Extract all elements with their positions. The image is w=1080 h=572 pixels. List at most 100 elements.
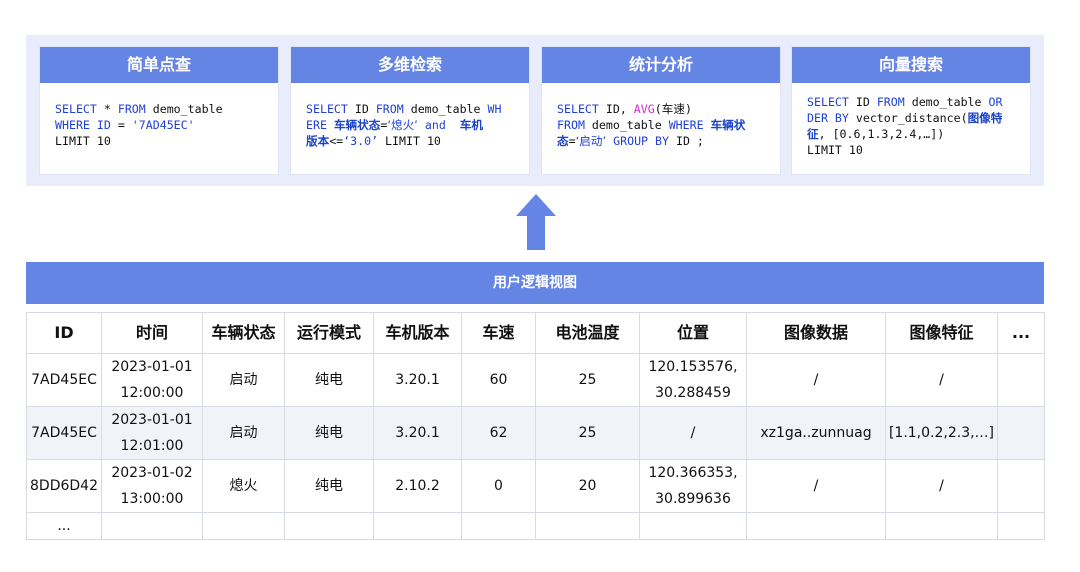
code-token: ‘3.0’ — [343, 134, 379, 148]
table-row: 8DD6D42 2023-01-02 13:00:00 熄火 纯电 2.10.2 0 20 12… — [26, 459, 1045, 513]
code-line: 态=‘启动’ GROUP BY ID ; — [557, 133, 772, 149]
column-header: 车速 — [461, 312, 536, 354]
cell-text: 25 — [578, 372, 597, 388]
cell-text: 20 — [578, 478, 597, 494]
code-token: SELECT — [55, 102, 97, 116]
table-cell: 2.10.2 — [373, 459, 462, 513]
cell-text: 3.20.1 — [395, 425, 440, 441]
code-token: LIMIT 10 — [55, 134, 111, 148]
column-header: ID — [26, 312, 102, 354]
code-line: LIMIT 10 — [55, 133, 270, 149]
code-token: GROUP BY — [613, 134, 669, 148]
code-token: LIMIT 10 — [807, 143, 863, 157]
code-token: ‘启动’ — [575, 134, 607, 148]
code-token: FROM — [557, 118, 585, 132]
sql-code: SELECT ID, AVG(车速) FROM demo_table WHERE … — [542, 83, 780, 149]
table-row: 7AD45EC 2023-01-01 12:00:00 启动 纯电 3.20.1 60 25 1… — [26, 353, 1045, 407]
table-cell — [997, 353, 1045, 407]
code-token: FROM — [876, 95, 905, 109]
table-row-ellipsis: ... — [26, 512, 1045, 540]
table-cell: [1.1,0.2,2.3,…] — [885, 406, 998, 460]
table-cell: / — [746, 353, 886, 407]
cell-text: 8DD6D42 — [30, 478, 98, 494]
code-token: ID, — [598, 102, 634, 116]
card-title: 简单点查 — [40, 47, 278, 83]
table-cell: 25 — [535, 353, 640, 407]
card-vector-search: 向量搜索 SELECT ID FROM demo_table OR DER BY … — [792, 47, 1030, 174]
code-token: ID — [347, 102, 376, 116]
code-token: '7AD45EC' — [131, 118, 195, 132]
table-cell — [997, 459, 1045, 513]
table-row: 7AD45EC 2023-01-01 12:01:00 启动 纯电 3.20.1 62 25 /… — [26, 406, 1045, 460]
code-token: 图像特 — [967, 111, 1003, 125]
code-line: 征, [0.6,1.3,2.4,…]) — [807, 126, 1022, 142]
code-token: WH — [487, 102, 502, 116]
code-token: , [0.6,1.3,2.4,…]) — [818, 127, 945, 141]
sql-code: SELECT * FROM demo_table WHERE ID = '7AD4… — [40, 83, 278, 149]
code-line: SELECT ID, AVG(车速) — [557, 101, 772, 117]
code-token: DER BY — [807, 111, 849, 125]
code-token: SELECT — [807, 95, 849, 109]
code-token: FROM — [117, 102, 146, 116]
code-token: SELECT — [557, 102, 599, 116]
code-token: 车辆状态 — [333, 118, 381, 132]
code-token: ERE — [306, 118, 327, 132]
code-token: LIMIT 10 — [378, 134, 441, 148]
table-cell: 7AD45EC — [26, 406, 102, 460]
table-cell: ... — [26, 512, 102, 540]
cell-text: xz1ga..zunnuag — [760, 425, 872, 441]
cell-text: 2023-01-01 — [111, 359, 193, 375]
code-token: WHERE — [668, 118, 704, 132]
table-cell: 62 — [461, 406, 536, 460]
cell-text: 62 — [489, 425, 508, 441]
table-cell: 熄火 — [202, 459, 285, 513]
table-cell: 2023-01-01 12:00:00 — [101, 353, 203, 407]
table-cell: 纯电 — [284, 459, 374, 513]
cell-text: 7AD45EC — [31, 425, 97, 441]
code-token: FROM — [375, 102, 404, 116]
code-token: 车辆状 — [710, 118, 746, 132]
code-token: WHERE ID — [55, 118, 111, 132]
code-token: demo_table — [403, 102, 488, 116]
cell-text: 30.899636 — [655, 491, 731, 507]
code-token: 车机 — [459, 118, 483, 132]
table-cell: 2023-01-02 13:00:00 — [101, 459, 203, 513]
cell-text: 120.153576, — [648, 359, 738, 375]
column-header: ... — [997, 312, 1045, 354]
code-token: 版本 — [306, 134, 330, 148]
table-cell: 纯电 — [284, 353, 374, 407]
table-cell: 25 — [535, 406, 640, 460]
table-cell: / — [885, 459, 998, 513]
code-line: SELECT * FROM demo_table — [55, 101, 270, 117]
cell-text: / — [939, 478, 944, 494]
table-cell: 启动 — [202, 406, 285, 460]
table-cell: / — [885, 353, 998, 407]
code-token: 态 — [557, 134, 569, 148]
table-cell: 3.20.1 — [373, 406, 462, 460]
code-token: demo_table — [145, 102, 223, 116]
code-token: * — [96, 102, 118, 116]
sql-code: SELECT ID FROM demo_table WH ERE 车辆状态=‘熄火… — [291, 83, 529, 149]
code-token: SELECT — [306, 102, 348, 116]
cell-text: 12:01:00 — [120, 438, 184, 454]
cell-text: 3.20.1 — [395, 372, 440, 388]
code-token: OR — [988, 95, 1003, 109]
cell-text: 纯电 — [315, 425, 343, 441]
cell-text: / — [939, 372, 944, 388]
table-cell: / — [639, 406, 747, 460]
cell-text: 30.288459 — [655, 385, 731, 401]
cell-text: 12:00:00 — [120, 385, 184, 401]
table-cell: 120.153576, 30.288459 — [639, 353, 747, 407]
sql-code: SELECT ID FROM demo_table OR DER BY vecto… — [792, 83, 1030, 158]
cell-text: 0 — [494, 478, 503, 494]
code-line: ERE 车辆状态=‘熄火’ and 车机 — [306, 117, 521, 133]
code-token: <= — [329, 134, 344, 148]
code-token: = — [568, 134, 576, 148]
card-multidim-search: 多维检索 SELECT ID FROM demo_table WH ERE 车辆状… — [291, 47, 529, 174]
table-cell: 60 — [461, 353, 536, 407]
code-token: ID — [848, 95, 877, 109]
code-line: WHERE ID = '7AD45EC' — [55, 117, 270, 133]
cell-text: 纯电 — [315, 372, 343, 388]
table-cell: 启动 — [202, 353, 285, 407]
